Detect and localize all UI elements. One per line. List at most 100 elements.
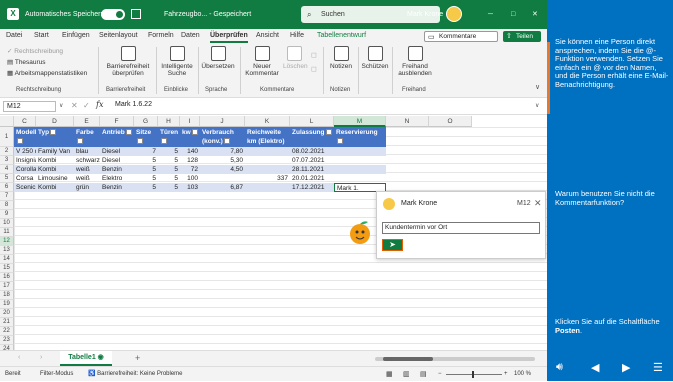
filter-dropdown-icon[interactable] [50,129,57,136]
page-break-icon[interactable]: ▤ [420,367,427,382]
row-header[interactable]: 9 [0,210,14,219]
table-cell[interactable]: grün [74,183,100,192]
tab-tabellenentwurf[interactable]: Tabellenentwurf [317,29,366,43]
table-cell[interactable]: V 250 d [14,147,36,156]
row-header[interactable]: 23 [0,336,14,345]
table-cell[interactable]: 5 [158,183,180,192]
table-header-cell[interactable]: Zulassung [290,127,334,147]
autosave-toggle[interactable] [101,9,125,20]
table-cell[interactable] [245,156,290,165]
table-cell[interactable]: 140 [180,147,200,156]
close-comment-icon[interactable]: ✕ [534,198,542,209]
filter-dropdown-icon[interactable] [17,138,23,145]
tab-start[interactable]: Start [34,29,49,43]
table-cell[interactable]: weiß [74,174,100,183]
thesaurus-button[interactable]: ▤ Thesaurus [7,58,46,66]
table-header-cell[interactable]: Typ [36,127,74,147]
tab-einfuegen[interactable]: Einfügen [62,29,90,43]
table-cell[interactable]: 72 [180,165,200,174]
column-header[interactable]: O [429,116,472,127]
table-cell[interactable]: 17.12.2021 [290,183,334,192]
tab-ansicht[interactable]: Ansicht [256,29,279,43]
row-header[interactable]: 20 [0,309,14,318]
table-cell[interactable] [245,165,290,174]
column-header[interactable]: N [386,116,429,127]
table-cell[interactable]: 20.01.2021 [290,174,334,183]
row-header[interactable]: 10 [0,219,14,228]
table-cell[interactable]: 5,30 [200,156,245,165]
row-header[interactable]: 7 [0,192,14,201]
table-header-cell[interactable]: Sitze [134,127,158,147]
table-cell[interactable]: 128 [180,156,200,165]
fx-icon[interactable]: fx [96,100,103,109]
user-avatar[interactable] [446,6,462,22]
row-header[interactable]: 15 [0,264,14,273]
table-cell[interactable]: 5 [134,183,158,192]
table-cell[interactable]: Insignia [14,156,36,165]
table-cell[interactable]: schwarz [74,156,100,165]
table-cell[interactable]: 5 [134,165,158,174]
table-cell[interactable]: Limousine [36,174,74,183]
ribbon-collapse-icon[interactable]: ∨ [535,83,540,91]
row-header[interactable]: 21 [0,318,14,327]
row-header[interactable]: 13 [0,246,14,255]
cancel-icon[interactable]: ✕ [71,101,78,110]
filter-dropdown-icon[interactable] [325,129,332,136]
table-header-cell[interactable]: Modell [14,127,36,147]
zoom-in-icon[interactable]: + [504,367,508,382]
table-cell[interactable] [334,165,386,174]
table-cell[interactable]: 28.11.2021 [290,165,334,174]
next-comment-icon[interactable]: ◻ [311,65,317,73]
tab-hilfe[interactable]: Hilfe [290,29,304,43]
table-cell[interactable]: Kombi [36,156,74,165]
row-header[interactable]: 5 [0,174,14,183]
filter-dropdown-icon[interactable] [161,138,167,145]
translate-button[interactable]: Übersetzen [200,46,236,70]
column-header[interactable]: G [134,116,158,127]
row-header[interactable]: 1 [0,127,14,147]
name-box[interactable]: M12 [3,101,56,112]
column-header[interactable]: E [74,116,100,127]
formula-expand-icon[interactable]: ∨ [535,102,539,109]
row-header[interactable]: 17 [0,282,14,291]
table-cell[interactable]: Kombi [36,183,74,192]
file-title[interactable]: Fahrzeugbo... - Gespeichert [164,0,251,29]
formula-input[interactable]: Mark 1.6.22 [115,101,152,108]
accessibility-status[interactable]: ♿ Barrierefreiheit: Keine Probleme [88,367,183,382]
column-header[interactable]: J [200,116,245,127]
table-cell[interactable]: 7 [134,147,158,156]
enter-icon[interactable]: ✓ [83,101,90,110]
column-header[interactable]: C [14,116,36,127]
row-header[interactable]: 16 [0,273,14,282]
normal-view-icon[interactable]: ▦ [386,367,393,382]
table-header-cell[interactable]: Farbe [74,127,100,147]
back-icon[interactable]: ◀ [591,361,599,374]
column-header[interactable]: H [158,116,180,127]
notes-button[interactable]: Notizen [326,46,356,70]
column-header[interactable]: M [334,116,386,127]
table-cell[interactable]: Scenic [14,183,36,192]
tab-datei[interactable]: Datei [6,29,22,43]
share-button[interactable]: ⇧ Teilen [503,31,541,42]
table-cell[interactable] [334,156,386,165]
table-cell[interactable] [245,183,290,192]
table-cell[interactable]: 7,80 [200,147,245,156]
filter-dropdown-icon[interactable] [337,138,343,145]
table-cell[interactable]: 100 [180,174,200,183]
spelling-button[interactable]: ✓ Rechtschreibung [7,47,63,55]
workbook-statistics-button[interactable]: ▦ Arbeitsmappenstatistiken [7,69,87,77]
filter-dropdown-icon[interactable] [137,138,143,145]
row-header[interactable]: 2 [0,147,14,156]
table-cell[interactable]: Elektro [100,174,134,183]
zoom-slider-thumb[interactable] [472,371,474,378]
filter-dropdown-icon[interactable] [125,129,132,136]
select-all-corner[interactable] [0,116,14,127]
smart-lookup-button[interactable]: Intelligente Suche [158,46,196,77]
forward-icon[interactable]: ▶ [622,361,630,374]
table-header-cell[interactable]: Reichweite km (Elektro) [245,127,290,147]
table-header-cell[interactable]: Reservierung [334,127,386,147]
table-cell[interactable]: Corsa [14,174,36,183]
table-header-cell[interactable]: Türen [158,127,180,147]
table-cell[interactable] [334,174,386,183]
zoom-level[interactable]: 100 % [514,367,531,382]
